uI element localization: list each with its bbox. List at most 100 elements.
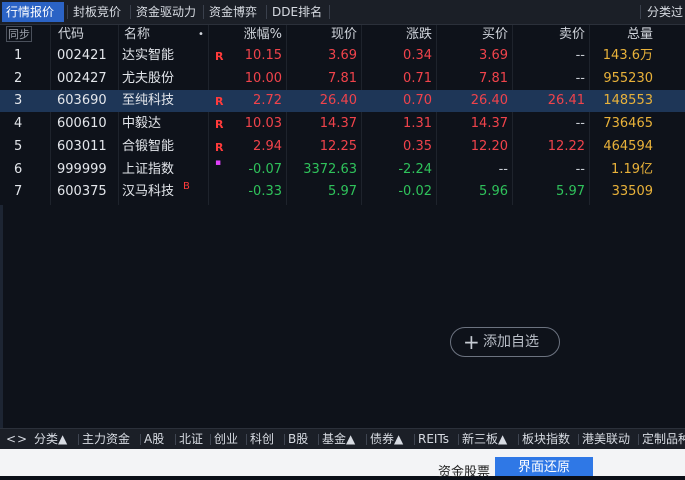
tab-fund-driver[interactable]: 资金驱动力 bbox=[132, 2, 204, 22]
cell-price: 26.40 bbox=[319, 93, 357, 109]
table-row[interactable]: 7 600375 汉马科技 -0.33 5.97 -0.02 5.96 5.97 33509 B bbox=[0, 181, 685, 203]
header-name[interactable]: 名称 bbox=[124, 25, 150, 44]
cell-change: 0.35 bbox=[403, 138, 432, 154]
category-divider bbox=[140, 434, 141, 445]
add-favorite-button[interactable]: + 添加自选 bbox=[450, 327, 560, 357]
category-tab[interactable]: 科创 bbox=[250, 429, 274, 449]
category-tab[interactable]: 北证 bbox=[179, 429, 203, 449]
tab-divider bbox=[67, 5, 68, 19]
tab-fund-game[interactable]: 资金博弈 bbox=[205, 2, 267, 22]
category-tab[interactable]: 新三板▲ bbox=[462, 429, 507, 449]
footer-bar: 资金股票 界面还原 bbox=[0, 449, 685, 480]
cell-code: 999999 bbox=[57, 161, 107, 177]
cell-idx: 6 bbox=[14, 161, 23, 177]
cell-price: 3.69 bbox=[328, 48, 357, 63]
table-row[interactable]: 4 600610 中毅达 10.03 14.37 1.31 14.37 -- 736465 R bbox=[0, 113, 685, 135]
category-tab[interactable]: 基金▲ bbox=[322, 429, 355, 449]
cell-code: 002421 bbox=[57, 48, 107, 63]
category-divider bbox=[578, 434, 579, 445]
scroll-left-arrow[interactable]: < bbox=[6, 429, 16, 449]
header-code[interactable]: 代码 bbox=[58, 25, 84, 44]
cell-price: 7.81 bbox=[328, 70, 357, 86]
cell-bid: 5.96 bbox=[479, 184, 508, 200]
cell-ask: 12.22 bbox=[547, 138, 585, 154]
tab-limit-bidding[interactable]: 封板竞价 bbox=[69, 2, 131, 22]
cell-change: 0.70 bbox=[403, 93, 432, 109]
cell-ask: -- bbox=[575, 161, 585, 177]
category-divider bbox=[284, 434, 285, 445]
cell-bid: 12.20 bbox=[470, 138, 508, 154]
category-divider bbox=[246, 434, 247, 445]
cell-idx: 1 bbox=[14, 48, 23, 63]
tab-divider bbox=[640, 5, 641, 19]
cell-code: 603011 bbox=[57, 138, 107, 154]
cell-code: 603690 bbox=[57, 93, 107, 109]
cell-idx: 7 bbox=[14, 184, 23, 200]
fund-stocks-label[interactable]: 资金股票 bbox=[438, 461, 490, 480]
tab-divider bbox=[266, 5, 267, 19]
category-divider bbox=[175, 434, 176, 445]
cell-volume: 143.6万 bbox=[602, 48, 653, 63]
cell-change: 1.31 bbox=[403, 116, 432, 132]
category-tab[interactable]: REITs bbox=[418, 429, 449, 449]
top-tab-bar: 行情报价 封板竞价 资金驱动力 资金博弈 DDE排名 分类过 bbox=[0, 0, 685, 25]
cell-change-pct: -0.33 bbox=[248, 184, 282, 200]
category-tab[interactable]: 定制品种 bbox=[642, 429, 685, 449]
header-volume[interactable]: 总量 bbox=[589, 25, 653, 44]
sync-button[interactable]: 同步 bbox=[6, 26, 32, 42]
category-tab[interactable]: 分类▲ bbox=[34, 429, 67, 449]
margin-flag-icon: R bbox=[215, 95, 224, 109]
category-tab[interactable]: A股 bbox=[144, 429, 164, 449]
cell-volume: 148553 bbox=[603, 93, 653, 109]
add-favorite-label: 添加自选 bbox=[483, 334, 539, 350]
cell-name: 尤夫股份 bbox=[122, 70, 175, 86]
header-price[interactable]: 现价 bbox=[286, 25, 357, 44]
category-divider bbox=[458, 434, 459, 445]
category-filter-button[interactable]: 分类过 bbox=[643, 2, 685, 22]
cell-change-pct: 10.00 bbox=[244, 70, 282, 86]
table-row[interactable]: 5 603011 合锻智能 2.94 12.25 0.35 12.20 12.22 464594… bbox=[0, 136, 685, 158]
cell-idx: 2 bbox=[14, 70, 23, 86]
header-bid[interactable]: 买价 bbox=[436, 25, 508, 44]
cell-idx: 3 bbox=[14, 93, 23, 109]
tab-quotes[interactable]: 行情报价 bbox=[2, 2, 64, 22]
cell-change: 0.34 bbox=[403, 48, 432, 63]
cell-idx: 5 bbox=[14, 138, 23, 154]
quote-table: 同步 代码 名称 • 涨幅% 现价 涨跌 买价 卖价 总量 1 002421 达实智… bbox=[0, 25, 685, 453]
category-tab[interactable]: 创业 bbox=[214, 429, 238, 449]
cell-name: 上证指数 bbox=[122, 161, 175, 177]
restore-layout-button[interactable]: 界面还原 bbox=[495, 457, 593, 476]
cell-ask: 5.97 bbox=[556, 184, 585, 200]
cell-name: 合锻智能 bbox=[122, 138, 175, 154]
category-tab[interactable]: B股 bbox=[288, 429, 308, 449]
category-divider bbox=[210, 434, 211, 445]
header-ask[interactable]: 卖价 bbox=[512, 25, 585, 44]
cell-ask: 26.41 bbox=[547, 93, 585, 109]
category-tab[interactable]: 债券▲ bbox=[370, 429, 403, 449]
margin-flag-icon: R bbox=[215, 118, 224, 132]
plus-icon: + bbox=[463, 330, 480, 354]
cell-code: 600610 bbox=[57, 116, 107, 132]
category-divider bbox=[518, 434, 519, 445]
cell-price: 12.25 bbox=[319, 138, 357, 154]
tab-divider bbox=[203, 5, 204, 19]
table-row[interactable]: 6 999999 上证指数 -0.07 3372.63 -2.24 -- -- 1.19亿 ▪ bbox=[0, 158, 685, 181]
category-tab[interactable]: 主力资金 bbox=[82, 429, 130, 449]
header-change[interactable]: 涨跌 bbox=[361, 25, 432, 44]
category-tab[interactable]: 板块指数 bbox=[522, 429, 570, 449]
category-divider bbox=[414, 434, 415, 445]
tab-dde-rank[interactable]: DDE排名 bbox=[268, 2, 330, 22]
category-tab[interactable]: 港美联动 bbox=[582, 429, 630, 449]
cell-bid: 26.40 bbox=[470, 93, 508, 109]
scroll-right-arrow[interactable]: > bbox=[17, 429, 27, 449]
table-row[interactable]: 1 002421 达实智能 10.15 3.69 0.34 3.69 -- 143.6万 R bbox=[0, 45, 685, 67]
header-change-pct[interactable]: 涨幅% bbox=[208, 25, 282, 44]
header-dot-icon[interactable]: • bbox=[198, 25, 204, 44]
cell-volume: 33509 bbox=[611, 184, 653, 200]
left-edge-strip bbox=[0, 205, 3, 453]
cell-code: 600375 bbox=[57, 184, 107, 200]
category-divider bbox=[78, 434, 79, 445]
index-marker-icon: ▪ bbox=[215, 157, 222, 168]
table-row[interactable]: 2 002427 尤夫股份 10.00 7.81 0.71 7.81 -- 955230 bbox=[0, 68, 685, 90]
table-row[interactable]: 3 603690 至纯科技 2.72 26.40 0.70 26.40 26.41 148553… bbox=[0, 90, 685, 113]
